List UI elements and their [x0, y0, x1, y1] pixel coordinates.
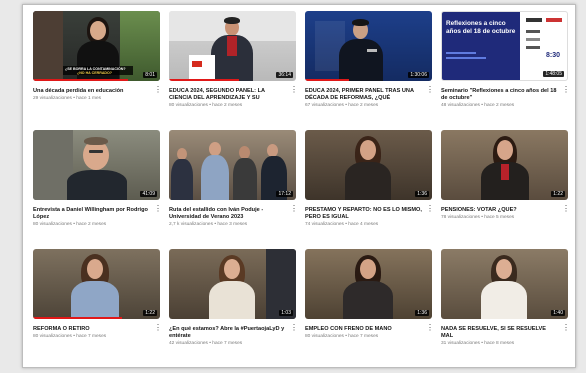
more-actions-icon[interactable]: ⋮ — [426, 86, 434, 96]
video-grid-window: ¿SE BORRA LA CONTAMINACIÓN? ¿NO HA CERRA… — [22, 4, 576, 368]
video-thumbnail[interactable]: 41:09 — [33, 130, 160, 200]
video-meta: 67 visualizaciones • hace 2 meses — [305, 103, 379, 108]
video-grid: ¿SE BORRA LA CONTAMINACIÓN? ¿NO HA CERRA… — [33, 11, 570, 368]
more-actions-icon[interactable]: ⋮ — [290, 205, 298, 215]
video-card[interactable]: 36:14 EDUCA 2024, SEGUNDO PANEL: LA CIEN… — [169, 11, 298, 130]
video-duration: 1:03 — [279, 310, 293, 316]
video-card[interactable]: 41:09 Entrevista a Daniel Willingham por… — [33, 130, 162, 249]
video-thumbnail[interactable]: 1:36 — [305, 130, 432, 200]
video-card[interactable]: 1:36 EMPLEO CON FRENO DE MANO 80 visuali… — [305, 249, 434, 368]
video-title[interactable]: EDUCA 2024, PRIMER PANEL TRAS UNA DÉCADA… — [305, 88, 432, 102]
video-meta: 2,7 k visualizaciones • hace 3 meses — [169, 222, 248, 227]
video-meta: 42 visualizaciones • hace 7 meses — [169, 341, 243, 346]
more-actions-icon[interactable]: ⋮ — [426, 205, 434, 215]
video-title[interactable]: REFORMA O RETIRO — [33, 326, 160, 333]
video-thumbnail[interactable]: 1:03 — [169, 249, 296, 319]
more-actions-icon[interactable]: ⋮ — [290, 86, 298, 96]
video-thumbnail[interactable]: 36:14 — [169, 11, 296, 81]
video-thumbnail[interactable]: 1:30:06 — [305, 11, 432, 81]
more-actions-icon[interactable]: ⋮ — [154, 86, 162, 96]
video-card[interactable]: Reflexiones a cinco años del 18 de octub… — [441, 11, 570, 130]
video-duration: 1:36 — [415, 310, 429, 316]
slide-time: 8:30 — [546, 52, 561, 59]
video-meta: 80 visualizaciones • hace 7 meses — [305, 334, 379, 339]
watch-progress-bar — [305, 79, 350, 81]
video-duration: 41:09 — [140, 191, 157, 197]
more-actions-icon[interactable]: ⋮ — [562, 205, 570, 215]
video-thumbnail[interactable]: Reflexiones a cinco años del 18 de octub… — [441, 11, 568, 81]
video-card[interactable]: ¿SE BORRA LA CONTAMINACIÓN? ¿NO HA CERRA… — [33, 11, 162, 130]
video-duration: 1:36 — [415, 191, 429, 197]
video-thumbnail[interactable]: ¿SE BORRA LA CONTAMINACIÓN? ¿NO HA CERRA… — [33, 11, 160, 81]
video-duration: 1:40 — [551, 310, 565, 316]
watch-progress-bar — [33, 317, 122, 319]
video-thumbnail[interactable]: 1:22 — [33, 249, 160, 319]
video-meta: 74 visualizaciones • hace 4 meses — [305, 222, 379, 227]
video-title[interactable]: Ruta del estallido con Iván Poduje - Uni… — [169, 207, 296, 221]
video-card[interactable]: 1:30:06 EDUCA 2024, PRIMER PANEL TRAS UN… — [305, 11, 434, 130]
more-actions-icon[interactable]: ⋮ — [154, 324, 162, 334]
video-meta: 80 visualizaciones • hace 2 meses — [33, 222, 107, 227]
video-card[interactable]: 17:12 Ruta del estallido con Iván Poduje… — [169, 130, 298, 249]
more-actions-icon[interactable]: ⋮ — [426, 324, 434, 334]
video-meta: 78 visualizaciones • hace 5 meses — [441, 215, 515, 220]
video-thumbnail[interactable]: 1:40 — [441, 249, 568, 319]
thumbnail-caption: ¿NO HA CERRADO? — [77, 71, 113, 75]
video-title[interactable]: ¿En qué estamos? Abre la #PuertaojaLyD y… — [169, 326, 296, 340]
more-actions-icon[interactable]: ⋮ — [562, 86, 570, 96]
video-title[interactable]: NADA SE RESUELVE, SI SE RESUELVE MAL — [441, 326, 568, 340]
slide-title: Reflexiones a cinco años del 18 de octub… — [446, 20, 516, 35]
video-title[interactable]: PENSIONES: VOTAR ¿QUÉ? — [441, 207, 568, 214]
video-title[interactable]: EMPLEO CON FRENO DE MANO — [305, 326, 432, 333]
video-duration: 36:14 — [276, 72, 293, 78]
video-meta: 31 visualizaciones • hace 8 meses — [441, 341, 515, 346]
video-meta: 48 visualizaciones • hace 2 meses — [441, 103, 515, 108]
video-card[interactable]: 1:40 NADA SE RESUELVE, SI SE RESUELVE MA… — [441, 249, 570, 368]
video-card[interactable]: 1:36 PRÉSTAMO Y REPARTO: NO ES LO MISMO,… — [305, 130, 434, 249]
video-title[interactable]: Seminario "Reflexiones a cinco años del … — [441, 88, 568, 102]
video-title[interactable]: Una década perdida en educación — [33, 88, 160, 95]
video-duration: 17:12 — [276, 191, 293, 197]
video-meta: 80 visualizaciones • hace 7 meses — [33, 334, 107, 339]
video-card[interactable]: 1:22 REFORMA O RETIRO 80 visualizaciones… — [33, 249, 162, 368]
video-duration: 8:01 — [143, 72, 157, 78]
watch-progress-bar — [169, 79, 239, 81]
video-thumbnail[interactable]: 17:12 — [169, 130, 296, 200]
video-duration: 1:30:06 — [408, 72, 429, 78]
video-title[interactable]: EDUCA 2024, SEGUNDO PANEL: LA CIENCIA DE… — [169, 88, 296, 102]
video-meta: 80 visualizaciones • hace 2 meses — [169, 103, 243, 108]
more-actions-icon[interactable]: ⋮ — [154, 205, 162, 215]
video-card[interactable]: 1:22 PENSIONES: VOTAR ¿QUÉ? 78 visualiza… — [441, 130, 570, 249]
more-actions-icon[interactable]: ⋮ — [290, 324, 298, 334]
video-thumbnail[interactable]: 1:22 — [441, 130, 568, 200]
watch-progress-bar — [33, 79, 129, 81]
video-title[interactable]: Entrevista a Daniel Willingham por Rodri… — [33, 207, 160, 221]
video-thumbnail[interactable]: 1:36 — [305, 249, 432, 319]
video-duration: 1:22 — [551, 191, 565, 197]
video-duration: 1:22 — [143, 310, 157, 316]
video-meta: 29 visualizaciones • hace 1 mes — [33, 96, 102, 101]
more-actions-icon[interactable]: ⋮ — [562, 324, 570, 334]
video-duration: 1:48:05 — [543, 71, 564, 77]
video-title[interactable]: PRÉSTAMO Y REPARTO: NO ES LO MISMO, PERO… — [305, 207, 432, 221]
video-card[interactable]: 1:03 ¿En qué estamos? Abre la #Puertaoja… — [169, 249, 298, 368]
